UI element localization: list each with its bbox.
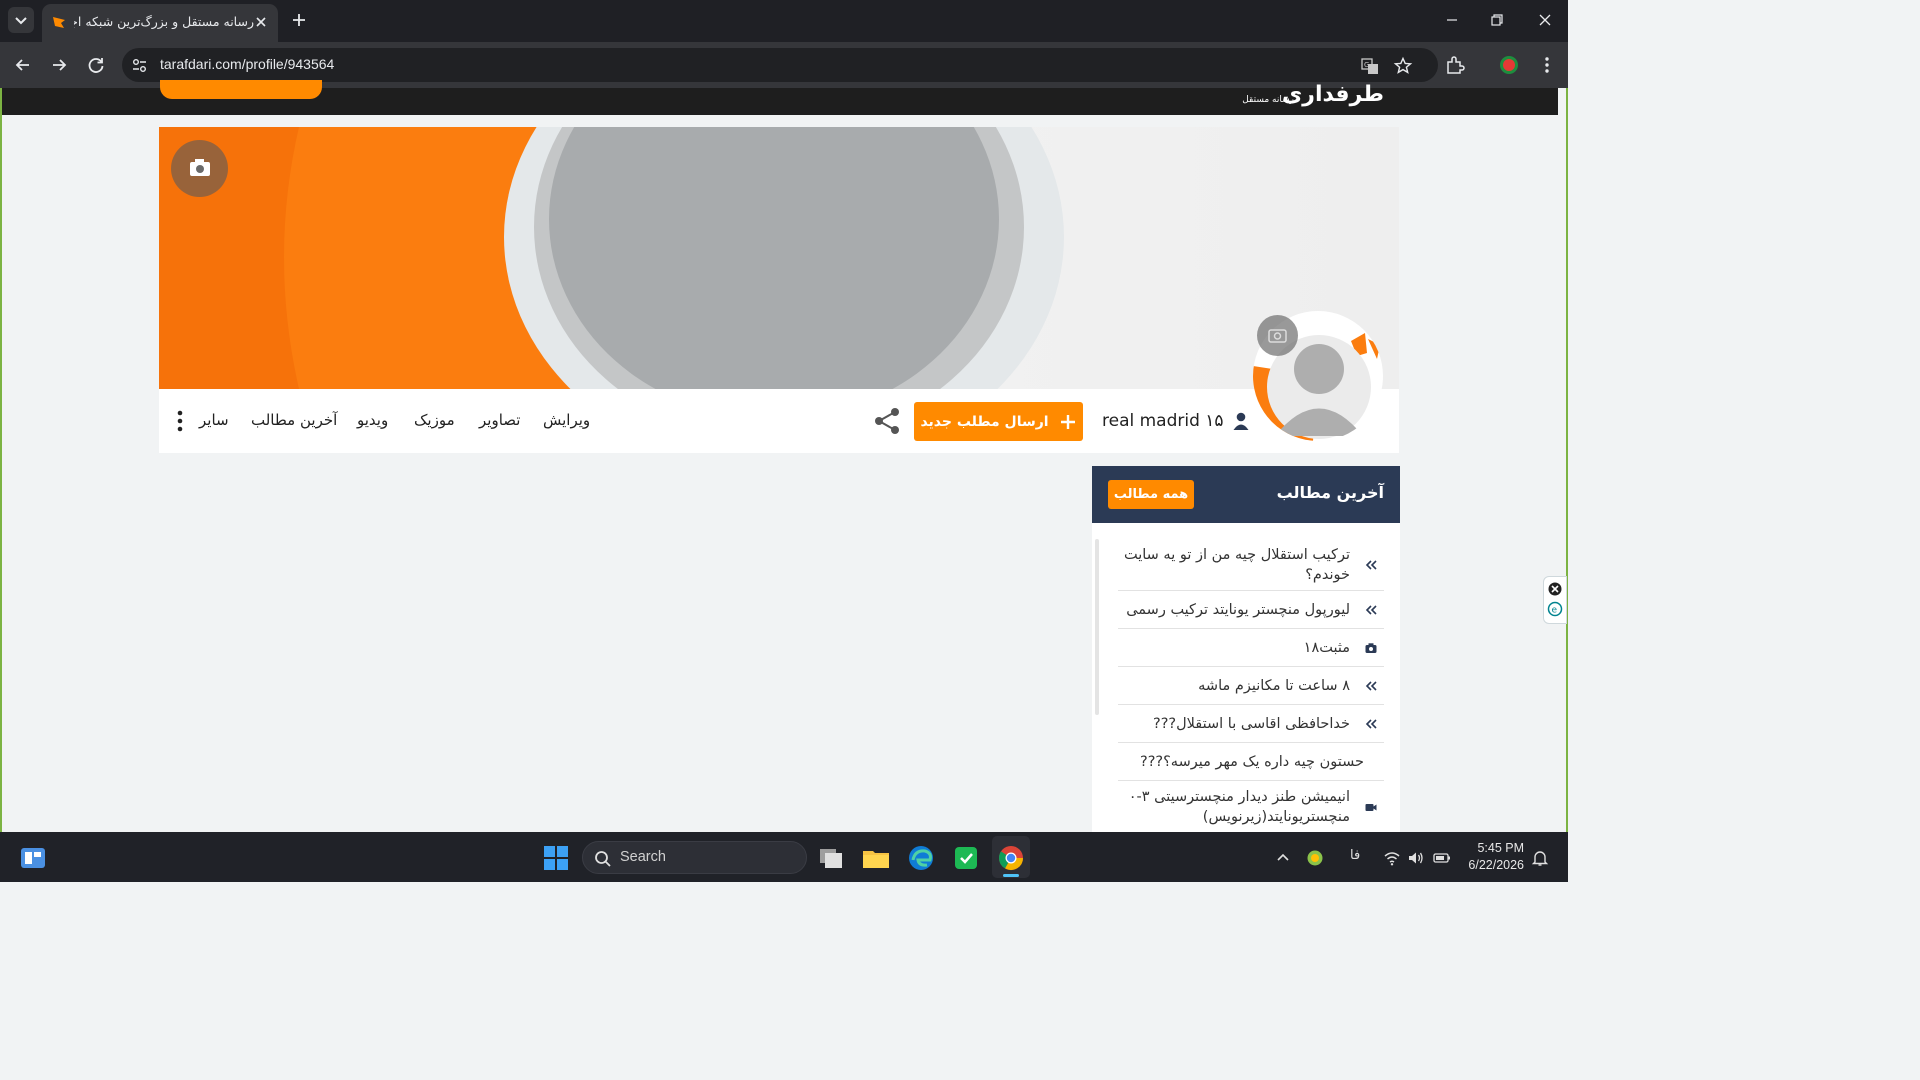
change-avatar-button[interactable] (1257, 315, 1298, 356)
site-logo[interactable]: طرفداری (1282, 82, 1384, 107)
list-item-title: لیورپول منچستر یونایتد ترکیب رسمی (1126, 601, 1350, 618)
address-bar[interactable]: tarafdari.com/profile/943564 G (122, 48, 1438, 82)
list-item-title: حستون چیه داره یک مهر میرسه؟??? (1140, 753, 1364, 770)
close-circle-icon[interactable] (1548, 582, 1562, 596)
list-item[interactable]: ۸ ساعت تا مکانیزم ماشه (1118, 667, 1384, 705)
double-chevron-icon (1365, 604, 1377, 615)
list-item[interactable]: انیمیشن طنز دیدار منچسترسیتی ۳-۰ منچستری… (1118, 781, 1384, 832)
camera-icon (190, 159, 210, 176)
double-chevron-icon (1365, 559, 1377, 570)
search-icon (595, 851, 611, 867)
chevron-up-icon[interactable] (1274, 849, 1292, 867)
plus-icon (1060, 414, 1075, 429)
camera-icon (1268, 329, 1287, 343)
wifi-icon[interactable] (1383, 849, 1401, 867)
tarafdari-favicon-icon (53, 17, 65, 28)
tab-search-button[interactable] (8, 7, 34, 33)
svg-text:e: e (1552, 606, 1558, 616)
username[interactable]: real madrid ۱۵ (1102, 411, 1224, 431)
cover-photo (159, 127, 1399, 389)
profile-nav-video[interactable]: ویدیو (357, 411, 388, 429)
back-icon[interactable] (12, 54, 34, 76)
svg-text:G: G (1364, 61, 1369, 69)
share-icon[interactable] (872, 406, 902, 436)
forward-icon[interactable] (48, 54, 70, 76)
active-app-indicator (1003, 874, 1019, 877)
restore-icon[interactable] (1487, 10, 1507, 30)
widgets-icon[interactable] (17, 842, 49, 874)
close-tab-icon[interactable] (252, 13, 270, 31)
floating-side-widget: e (1543, 576, 1567, 624)
security-shield-icon[interactable] (950, 842, 982, 874)
tray-app-icon[interactable] (1306, 849, 1324, 867)
bookmark-star-icon[interactable] (1393, 56, 1413, 76)
more-vertical-icon[interactable] (174, 409, 186, 433)
list-item-title: مثبت۱۸ (1303, 639, 1350, 656)
latest-posts-title: آخرین مطالب (1276, 483, 1384, 502)
all-posts-button[interactable]: همه مطالب (1108, 480, 1194, 509)
site-logo-subtitle: رسانه مستقل (1242, 95, 1294, 105)
clock-date: 6/22/2026 (1468, 858, 1524, 872)
reload-icon[interactable] (85, 54, 107, 76)
user-icon (1233, 412, 1249, 430)
new-post-button[interactable]: ارسال مطلب جدید (914, 402, 1083, 441)
profile-nav-more[interactable]: سایر (199, 411, 229, 429)
clock-time: 5:45 PM (1477, 841, 1524, 855)
tab-title: رسانه مستقل و بزرگ‌ترین شبکه اجتماعی ورز… (74, 14, 254, 29)
list-scrollbar[interactable] (1095, 539, 1099, 715)
task-view-icon[interactable] (815, 842, 847, 874)
double-chevron-icon (1365, 718, 1377, 729)
e-circle-icon[interactable]: e (1547, 601, 1563, 617)
browser-menu-icon[interactable] (1536, 54, 1558, 76)
list-item[interactable]: خداحافظی اقاسی با استقلال??? (1118, 705, 1384, 743)
browser-tab-active[interactable]: رسانه مستقل و بزرگ‌ترین شبکه اجتماعی ورز… (42, 4, 278, 42)
profile-nav-edit[interactable]: ویرایش (543, 411, 590, 429)
url-text: tarafdari.com/profile/943564 (160, 56, 335, 72)
cover-image (159, 127, 1399, 389)
double-chevron-icon (1365, 680, 1377, 691)
translate-icon[interactable]: G (1360, 56, 1380, 76)
search-label: Search (620, 849, 666, 865)
side-widget-icons: e (1547, 582, 1563, 617)
new-post-label: ارسال مطلب جدید (920, 413, 1049, 430)
list-item-title: ۸ ساعت تا مکانیزم ماشه (1198, 677, 1350, 694)
latest-posts-list: ترکیب استقلال چیه من از تو یه سایت خوندم… (1092, 523, 1400, 832)
new-tab-icon[interactable] (288, 9, 310, 31)
notification-bell-icon[interactable] (1531, 849, 1549, 867)
latest-posts-header: آخرین مطالب همه مطالب (1092, 466, 1400, 523)
profile-nav-latest[interactable]: آخرین مطالب (251, 411, 337, 429)
list-item-title: انیمیشن طنز دیدار منچسترسیتی ۳-۰ منچستری… (1128, 789, 1350, 825)
list-item[interactable]: حستون چیه داره یک مهر میرسه؟??? (1118, 743, 1384, 781)
extensions-icon[interactable] (1444, 54, 1466, 76)
minimize-icon[interactable] (1442, 10, 1462, 30)
profile-avatar-icon[interactable] (1498, 54, 1520, 76)
list-item[interactable]: مثبت۱۸ (1118, 629, 1384, 667)
list-item[interactable]: ترکیب استقلال چیه من از تو یه سایت خوندم… (1118, 539, 1384, 591)
system-clock[interactable]: 5:45 PM 6/22/2026 (1468, 840, 1524, 874)
chrome-browser-icon[interactable] (995, 842, 1027, 874)
profile-nav-music[interactable]: موزیک (414, 411, 455, 429)
taskbar-search[interactable]: Search (582, 841, 807, 874)
start-windows-icon[interactable] (540, 842, 572, 874)
camera-icon (1365, 642, 1377, 653)
video-icon (1365, 804, 1377, 811)
close-window-icon[interactable] (1535, 10, 1555, 30)
username-block: real madrid ۱۵ (1102, 409, 1250, 433)
volume-icon[interactable] (1407, 849, 1425, 867)
list-item-title: ترکیب استقلال چیه من از تو یه سایت خوندم… (1123, 546, 1350, 583)
battery-icon[interactable] (1433, 849, 1451, 867)
file-explorer-icon[interactable] (860, 842, 892, 874)
edge-browser-icon[interactable] (905, 842, 937, 874)
header-login-button[interactable] (160, 80, 322, 99)
profile-nav-photos[interactable]: تصاویر (479, 411, 520, 429)
site-settings-icon[interactable] (131, 57, 148, 74)
list-item[interactable]: لیورپول منچستر یونایتد ترکیب رسمی (1118, 591, 1384, 629)
site-header: طرفداری رسانه مستقل (2, 80, 1558, 115)
list-item-title: خداحافظی اقاسی با استقلال??? (1153, 715, 1350, 732)
browser-tab-bar: رسانه مستقل و بزرگ‌ترین شبکه اجتماعی ورز… (0, 0, 1568, 42)
input-language[interactable]: فا (1350, 848, 1360, 863)
chevron-down-icon (15, 17, 27, 25)
change-cover-button[interactable] (171, 140, 228, 197)
